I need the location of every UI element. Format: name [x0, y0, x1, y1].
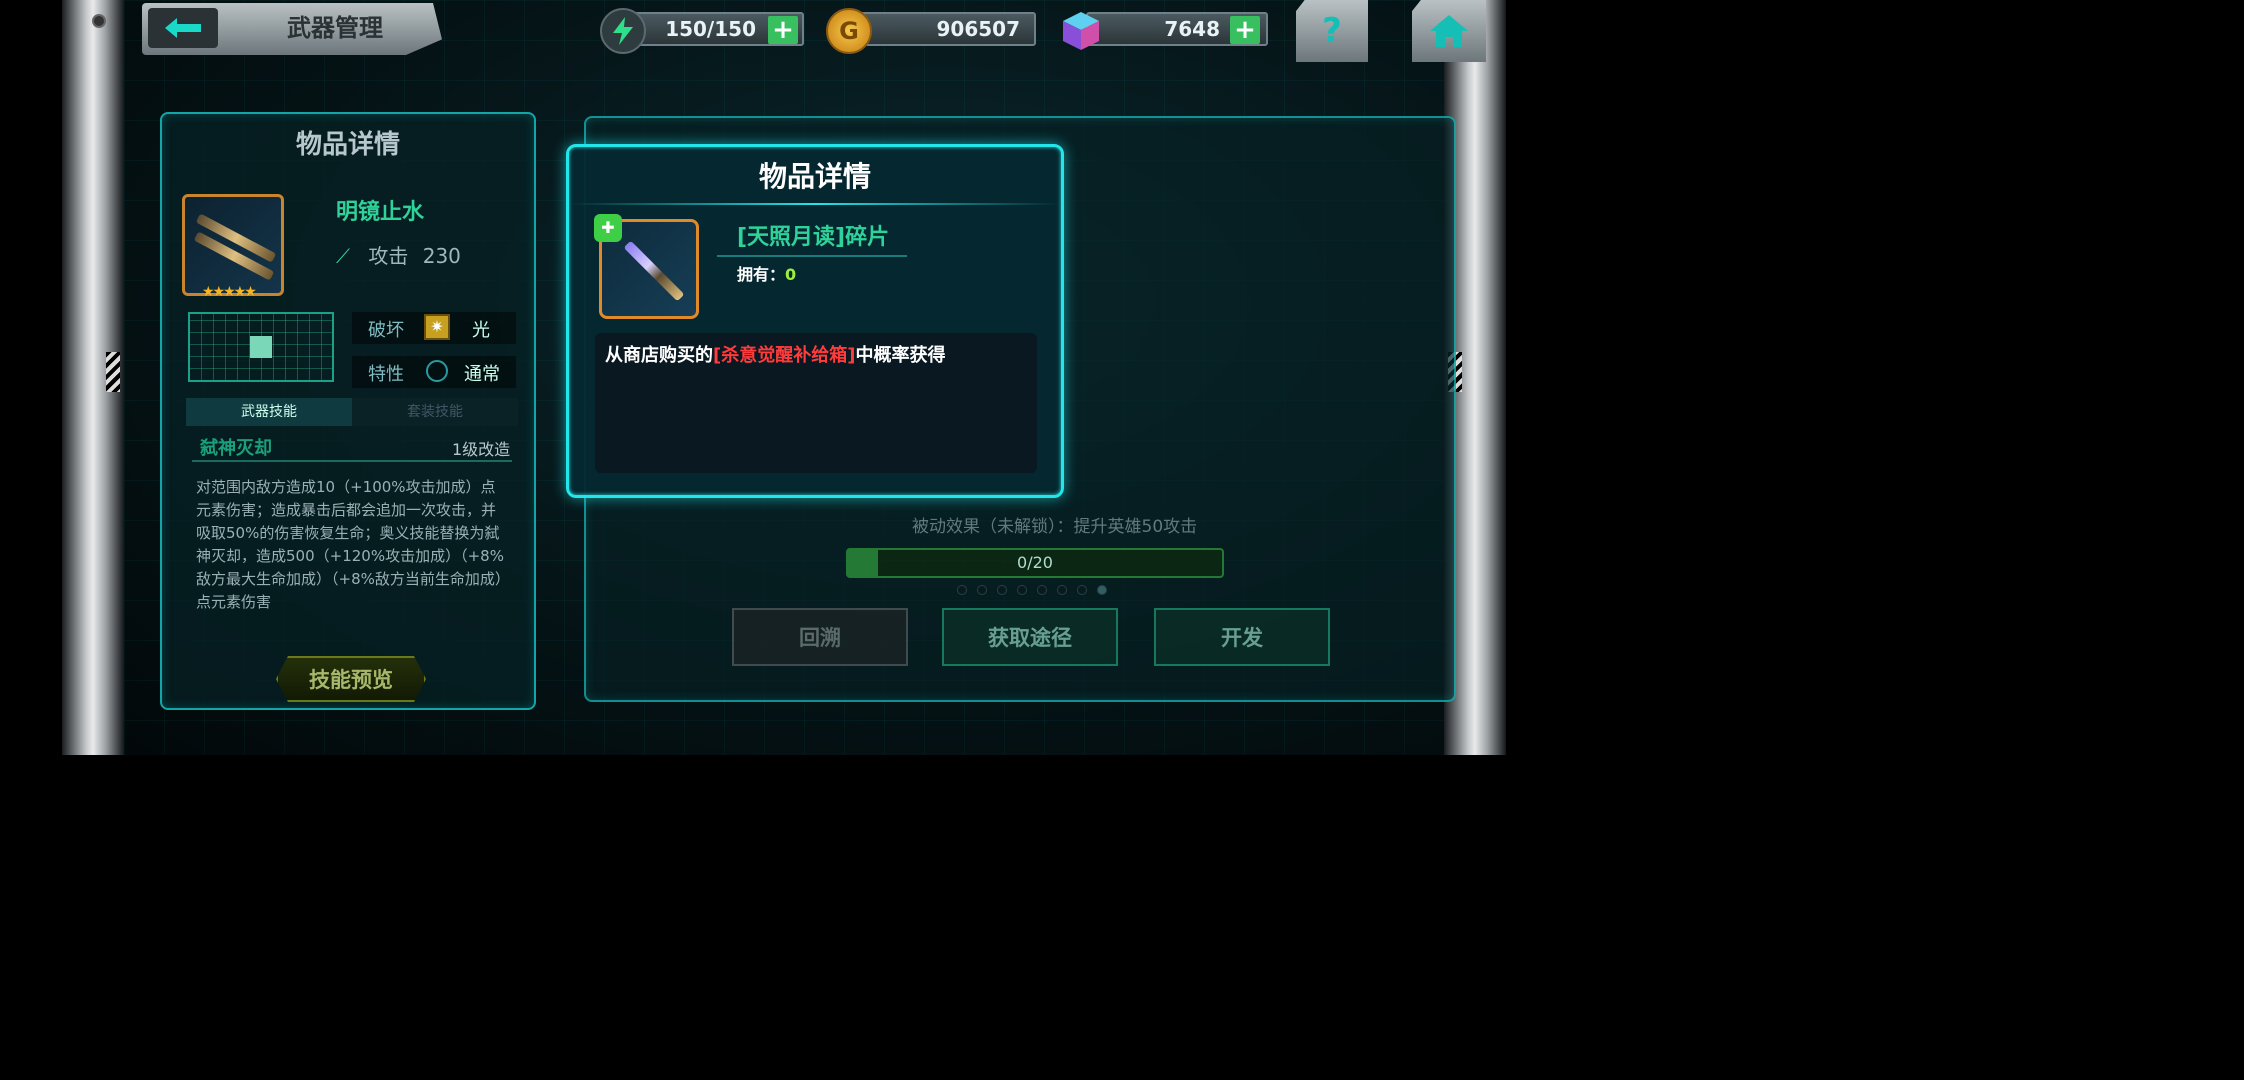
shard-name: [天照月读]碎片 — [737, 225, 890, 250]
range-center — [250, 336, 272, 358]
target-icon — [426, 360, 448, 382]
back-button[interactable] — [148, 8, 218, 48]
rail-stripes — [106, 352, 120, 392]
cube-gem-icon — [1058, 8, 1104, 54]
weapon-name: 明镜止水 — [336, 200, 425, 225]
owned-row: 拥有：0 — [737, 261, 796, 285]
home-button[interactable] — [1412, 0, 1486, 62]
obtain-route-button[interactable]: 获取途径 — [942, 608, 1118, 666]
weapon-thumbnail — [182, 194, 284, 296]
shard-thumbnail: ✚ — [594, 214, 699, 319]
page-dot[interactable] — [957, 585, 967, 595]
owned-label: 拥有： — [737, 265, 786, 284]
progress-bar: 0/20 — [846, 548, 1224, 578]
passive-effect: 被动效果（未解锁）：提升英雄50攻击 — [912, 517, 1198, 537]
right-bezel — [1498, 0, 1568, 755]
rarity-stars: ★★★★★ — [202, 284, 257, 300]
page-dots — [952, 580, 1112, 599]
rollback-button[interactable]: 回溯 — [732, 608, 908, 666]
left-frame-rail — [62, 0, 124, 755]
panel-title: 物品详情 — [295, 130, 400, 160]
left-bezel — [0, 0, 70, 755]
break-value: 光 — [472, 320, 490, 341]
back-arrow-icon — [165, 18, 201, 38]
skill-name: 弑神灭却 — [200, 438, 272, 459]
owned-value: 0 — [785, 265, 797, 284]
stamina-plus-button[interactable]: + — [768, 16, 798, 44]
home-icon — [1430, 15, 1468, 47]
trait-label: 特性 — [368, 364, 404, 385]
gold-symbol: G — [839, 17, 859, 45]
gold-coin-icon: G — [826, 8, 872, 54]
tab-weapon-skill[interactable]: 武器技能 — [186, 398, 352, 426]
tab-set-skill[interactable]: 套装技能 — [352, 398, 518, 426]
gold-value: 906507 — [854, 12, 1036, 46]
page-dot[interactable] — [1057, 585, 1067, 595]
page-title: 武器管理 — [287, 14, 383, 42]
develop-button[interactable]: 开发 — [1154, 608, 1330, 666]
skill-preview-button[interactable]: 技能预览 — [276, 656, 426, 702]
skill-range-grid — [188, 312, 334, 382]
page-dot[interactable] — [1037, 585, 1047, 595]
popup-title: 物品详情 — [758, 160, 871, 193]
trait-row: 特性 通常 — [352, 356, 516, 388]
skill-description: 对范围内敌方造成10（+100%攻击加成）点元素伤害；造成暴击后都会追加一次攻击… — [196, 478, 504, 611]
sun-icon: ✷ — [424, 314, 450, 340]
page-dot[interactable] — [997, 585, 1007, 595]
attack-stat: ⟋ 攻击 230 — [336, 240, 461, 269]
sword-icon: ⟋ — [336, 244, 350, 268]
item-detail-panel: 物品详情 ★★★★★ 明镜止水 ⟋ 攻击 230 破坏 ✷ 光 特性 通常 武器… — [160, 112, 536, 710]
desc-highlight: [杀意觉醒补给箱] — [713, 345, 856, 366]
puzzle-piece-icon: ✚ — [594, 214, 622, 242]
break-label: 破坏 — [368, 320, 404, 341]
gold-counter: 906507 G — [826, 8, 1036, 54]
description-box: 从商店购买的[杀意觉醒补给箱]中概率获得 — [595, 333, 1037, 473]
help-button[interactable]: ? — [1296, 0, 1368, 62]
page-dot[interactable] — [1017, 585, 1027, 595]
page-dot[interactable] — [1077, 585, 1087, 595]
skill-divider — [192, 460, 512, 462]
trait-value: 通常 — [464, 364, 500, 385]
popup-divider — [569, 203, 1061, 205]
page-dot[interactable] — [977, 585, 987, 595]
gem-plus-button[interactable]: + — [1230, 16, 1260, 44]
item-detail-popup: 物品详情 ✚ [天照月读]碎片 拥有：0 从商店购买的[杀意觉醒补给箱]中概率获… — [566, 144, 1064, 498]
attack-value: 230 — [422, 244, 461, 268]
stamina-counter: 150/150 + — [600, 8, 805, 54]
break-row: 破坏 ✷ 光 — [352, 312, 516, 344]
katana-icon — [623, 240, 685, 302]
source-description: 从商店购买的[杀意觉醒补给箱]中概率获得 — [605, 341, 945, 367]
lightning-icon — [600, 8, 646, 54]
skill-level: 1级改造 — [452, 440, 511, 459]
name-underline — [717, 255, 907, 257]
progress-text: 0/20 — [1017, 553, 1053, 572]
help-icon: ? — [1322, 11, 1342, 51]
rail-screw — [92, 14, 106, 28]
desc-suffix: 中概率获得 — [855, 345, 946, 366]
attack-label: 攻击 — [368, 244, 409, 268]
page-dot[interactable] — [1097, 585, 1107, 595]
desc-prefix: 从商店购买的 — [605, 345, 713, 366]
gem-counter: 7648 + — [1058, 8, 1268, 50]
